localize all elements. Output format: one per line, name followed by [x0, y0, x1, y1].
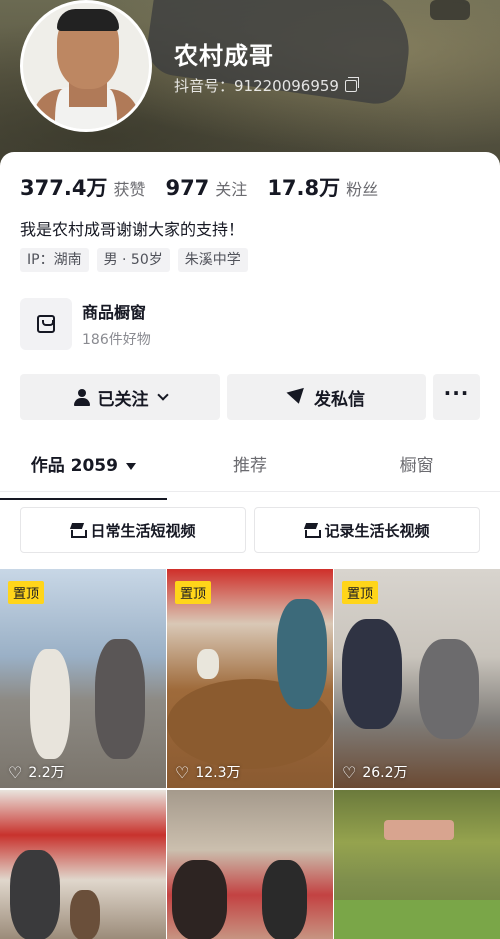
douyin-id[interactable]: 抖音号：91220096959	[174, 75, 359, 96]
stat-following[interactable]: 977 关注	[165, 176, 247, 200]
followed-label: 已关注	[97, 389, 149, 410]
heart-icon: ♡	[8, 762, 23, 782]
video-thumbnail[interactable]: 置顶 ♡ 2.2万	[0, 569, 166, 788]
profile-name: 农村成哥	[174, 42, 274, 70]
avatar[interactable]	[20, 0, 152, 132]
stat-likes[interactable]: 377.4万 获赞	[20, 172, 145, 202]
pinned-badge: 置顶	[8, 581, 45, 604]
collection-long-videos[interactable]: 记录生活长视频	[254, 507, 480, 553]
more-button[interactable]: ···	[433, 374, 480, 420]
tab-showcase[interactable]: 橱窗	[333, 448, 500, 491]
tab-showcase-label: 橱窗	[399, 456, 434, 476]
profile-tags: IP：湖南 男 · 50岁 朱溪中学	[20, 248, 248, 272]
triangle-down-icon	[125, 462, 136, 470]
tab-recommend-label: 推荐	[233, 456, 267, 476]
layers-icon	[70, 523, 88, 538]
like-count-value: 26.2万	[362, 765, 408, 781]
send-message-button[interactable]: 发私信	[227, 374, 426, 420]
more-dots-icon: ···	[443, 381, 470, 405]
send-message-label: 发私信	[314, 389, 365, 410]
shop-icon-box	[20, 298, 72, 350]
collection-row: 日常生活短视频 记录生活长视频	[20, 507, 480, 553]
stat-label: 关注	[215, 180, 248, 199]
shopping-bag-icon	[37, 315, 55, 333]
like-count: ♡ 12.3万	[175, 762, 241, 782]
douyin-id-text: 抖音号：91220096959	[174, 77, 339, 95]
stat-label: 获赞	[113, 180, 146, 199]
tag-gender-age: 男 · 50岁	[96, 248, 170, 272]
action-buttons: 已关注 发私信 ···	[20, 374, 480, 420]
pinned-badge: 置顶	[342, 581, 379, 604]
stat-label: 粉丝	[346, 180, 379, 199]
bio-text: 我是农村成哥谢谢大家的支持！	[20, 220, 245, 239]
content-tabs: 作品 2059 推荐 橱窗	[0, 448, 500, 500]
stat-value: 977	[165, 176, 210, 200]
video-thumbnail[interactable]: 置顶 ♡ 12.3万	[167, 569, 333, 788]
send-icon	[286, 387, 308, 407]
shop-window-entry[interactable]: 商品橱窗 186件好物	[20, 298, 151, 350]
collection-label: 记录生活长视频	[324, 521, 430, 540]
heart-icon: ♡	[175, 762, 190, 782]
video-thumbnail[interactable]	[167, 790, 333, 939]
heart-icon: ♡	[342, 762, 357, 782]
video-thumbnail[interactable]	[0, 790, 166, 939]
video-grid: 置顶 ♡ 2.2万 置顶 ♡ 12.3万 置顶 ♡ 26.2万	[0, 569, 500, 939]
tab-works-label: 作品 2059	[30, 456, 118, 476]
tab-works[interactable]: 作品 2059	[0, 448, 167, 500]
like-count: ♡ 26.2万	[342, 762, 408, 782]
pinned-badge: 置顶	[175, 581, 212, 604]
video-thumbnail[interactable]	[334, 790, 500, 939]
tab-recommend[interactable]: 推荐	[167, 448, 334, 491]
collection-daily-short-videos[interactable]: 日常生活短视频	[20, 507, 246, 553]
chevron-down-icon	[156, 388, 169, 401]
like-count: ♡ 2.2万	[8, 762, 65, 782]
tag-school[interactable]: 朱溪中学	[177, 248, 248, 272]
stats-row: 377.4万 获赞 977 关注 17.8万 粉丝	[20, 172, 398, 202]
layers-icon	[304, 523, 322, 538]
shop-subtitle: 186件好物	[82, 332, 151, 348]
like-count-value: 2.2万	[28, 765, 65, 781]
stat-followers[interactable]: 17.8万 粉丝	[267, 172, 378, 202]
stat-value: 17.8万	[267, 176, 341, 200]
shop-title: 商品橱窗	[82, 303, 147, 322]
collection-label: 日常生活短视频	[90, 521, 196, 540]
video-thumbnail[interactable]: 置顶 ♡ 26.2万	[334, 569, 500, 788]
person-check-icon	[73, 389, 90, 406]
tag-ip: IP：湖南	[20, 248, 89, 272]
stat-value: 377.4万	[20, 176, 108, 200]
profile-sheet: 377.4万 获赞 977 关注 17.8万 粉丝 我是农村成哥谢谢大家的支持！…	[0, 152, 500, 939]
like-count-value: 12.3万	[195, 765, 241, 781]
copy-icon[interactable]	[344, 76, 359, 92]
followed-button[interactable]: 已关注	[20, 374, 220, 420]
